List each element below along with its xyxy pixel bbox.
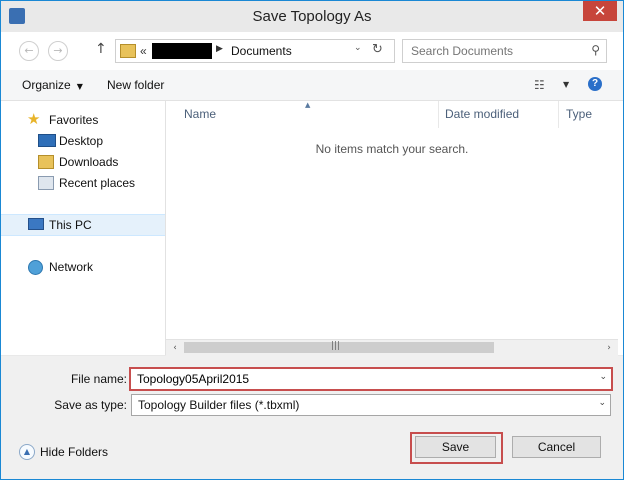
- hide-folders-icon[interactable]: ▲: [19, 444, 35, 460]
- save-dialog: Save Topology As ✕ ← → ↑ « ▶ Documents ⌄…: [0, 0, 624, 480]
- file-name-dropdown-icon[interactable]: ⌄: [599, 372, 607, 382]
- nav-label-recent-places: Recent places: [59, 176, 136, 190]
- nav-label-downloads: Downloads: [59, 155, 119, 169]
- help-icon[interactable]: ?: [588, 77, 602, 91]
- sort-ascending-icon: ▲: [305, 101, 311, 109]
- search-input[interactable]: [411, 43, 581, 59]
- column-label-type: Type: [566, 107, 593, 121]
- save-options-panel: File name: ⌄ Save as type: Topology Buil…: [1, 356, 623, 479]
- nav-label-this-pc: This PC: [49, 218, 92, 232]
- nav-label-desktop: Desktop: [59, 134, 104, 148]
- column-label-name: Name: [184, 107, 217, 121]
- organize-button[interactable]: Organize ▼: [22, 78, 83, 92]
- view-dropdown-icon[interactable]: ▼: [563, 80, 569, 89]
- scroll-left-icon[interactable]: ‹: [169, 342, 181, 354]
- close-button[interactable]: ✕: [583, 1, 617, 21]
- nav-item-favorites[interactable]: ★ Favorites: [1, 110, 165, 130]
- address-toolbar: ← → ↑ « ▶ Documents ⌄ ↻ ⚲: [1, 32, 623, 70]
- title-bar: Save Topology As ✕: [1, 1, 623, 32]
- folder-icon: [120, 44, 136, 58]
- downloads-folder-icon: [38, 155, 54, 169]
- nav-label-network: Network: [49, 260, 94, 274]
- scroll-grip-icon: |||: [331, 341, 341, 351]
- save-as-type-dropdown-icon[interactable]: ⌄: [598, 398, 606, 408]
- file-name-input[interactable]: [137, 371, 577, 386]
- nav-item-network[interactable]: Network: [1, 257, 165, 277]
- save-as-type-label: Save as type:: [54, 398, 127, 412]
- save-as-type-value: Topology Builder files (*.tbxml): [138, 398, 300, 412]
- up-button[interactable]: ↑: [95, 41, 107, 57]
- nav-item-desktop[interactable]: Desktop: [1, 131, 165, 151]
- nav-label-favorites: Favorites: [49, 113, 99, 127]
- network-icon: [28, 260, 43, 275]
- recent-places-icon: [38, 176, 54, 190]
- column-header-date-modified[interactable]: Date modified: [439, 101, 559, 128]
- horizontal-scrollbar[interactable]: ‹ ||| ›: [166, 339, 618, 356]
- empty-message: No items match your search.: [315, 142, 469, 156]
- breadcrumb-overflow[interactable]: «: [140, 44, 147, 58]
- breadcrumb-separator-icon[interactable]: ▶: [216, 44, 223, 54]
- refresh-icon[interactable]: ↻: [372, 42, 383, 57]
- address-bar[interactable]: « ▶ Documents ⌄ ↻: [115, 39, 395, 63]
- desktop-icon: [38, 134, 56, 147]
- computer-icon: [28, 218, 44, 230]
- resize-grip-icon[interactable]: [610, 466, 620, 476]
- nav-item-recent-places[interactable]: Recent places: [1, 173, 165, 193]
- nav-item-downloads[interactable]: Downloads: [1, 152, 165, 172]
- new-folder-button[interactable]: New folder: [107, 78, 164, 92]
- forward-button[interactable]: →: [48, 41, 68, 61]
- column-header-type[interactable]: Type: [559, 101, 619, 128]
- search-box[interactable]: ⚲: [402, 39, 607, 63]
- cancel-button[interactable]: Cancel: [512, 436, 601, 458]
- save-as-type-select[interactable]: Topology Builder files (*.tbxml) ⌄: [131, 394, 611, 416]
- save-button[interactable]: Save: [415, 436, 496, 458]
- file-list[interactable]: Name ▲ Date modified Type No items match…: [166, 101, 623, 356]
- breadcrumb-documents[interactable]: Documents: [231, 44, 292, 58]
- scroll-right-icon[interactable]: ›: [603, 342, 615, 354]
- search-icon[interactable]: ⚲: [591, 43, 600, 57]
- file-name-combobox[interactable]: ⌄: [129, 367, 613, 391]
- column-header-name[interactable]: Name ▲: [166, 101, 439, 128]
- view-options-icon[interactable]: ☷: [534, 78, 545, 92]
- star-icon: ★: [27, 110, 41, 128]
- nav-item-this-pc[interactable]: This PC: [1, 214, 165, 236]
- back-button[interactable]: ←: [19, 41, 39, 61]
- navigation-pane: ★ Favorites Desktop Downloads Recent pla…: [1, 101, 166, 355]
- window-title: Save Topology As: [252, 8, 372, 25]
- command-toolbar: Organize ▼ New folder ☷ ▼ ?: [1, 70, 623, 101]
- file-name-label: File name:: [70, 372, 127, 386]
- scrollbar-thumb[interactable]: |||: [184, 341, 494, 353]
- address-dropdown-icon[interactable]: ⌄: [354, 43, 362, 53]
- organize-label: Organize: [22, 78, 71, 92]
- hide-folders-button[interactable]: Hide Folders: [40, 445, 108, 459]
- chevron-down-icon: ▼: [76, 82, 83, 91]
- redacted-path-segment: [152, 43, 212, 59]
- column-label-date-modified: Date modified: [445, 107, 520, 121]
